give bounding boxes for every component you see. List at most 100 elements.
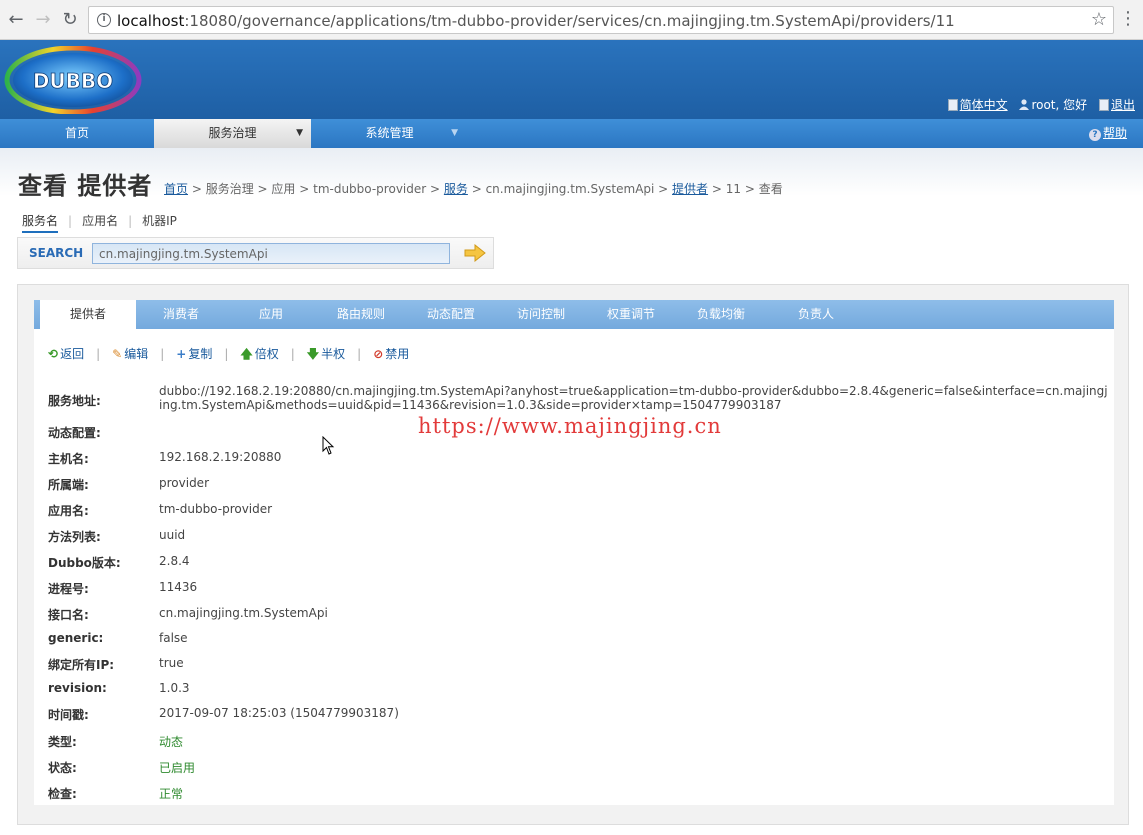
page-title: 查看 提供者 — [18, 172, 153, 200]
menu-item-governance[interactable]: 服务治理 ▼ — [154, 119, 311, 148]
back-arrow-icon[interactable]: ← — [6, 10, 26, 30]
edit-button[interactable]: ✎ 编辑 — [112, 347, 148, 361]
tab-weights[interactable]: 权重调节 — [586, 300, 676, 329]
detail-value: 1.0.3 — [159, 681, 190, 695]
breadcrumb-id: 11 — [725, 182, 742, 196]
chevron-down-icon: ▼ — [296, 128, 303, 138]
user-greeting: root, 您好 — [1031, 98, 1088, 112]
tab-consumers[interactable]: 消费者 — [136, 300, 226, 329]
header-links: 简体中文 root, 您好 退出 — [947, 96, 1135, 113]
detail-value: 2.8.4 — [159, 554, 190, 568]
breadcrumb-sep: > — [741, 182, 759, 196]
search-type-tabs: 服务名 | 应用名 | 机器IP — [22, 212, 177, 233]
action-label: 禁用 — [385, 347, 410, 361]
back-button[interactable]: ⟲ 返回 — [48, 347, 84, 361]
double-icon: 🡅 — [240, 347, 253, 361]
browser-toolbar: ← → ↻ i localhost:18080/governance/appli… — [0, 0, 1143, 40]
search-tab-app[interactable]: 应用名 — [82, 214, 118, 228]
content-panel: 提供者 消费者 应用 路由规则 动态配置 访问控制 权重调节 负载均衡 负责人 … — [17, 284, 1129, 825]
tab-providers[interactable]: 提供者 — [40, 300, 136, 329]
breadcrumb-app: tm-dubbo-provider — [313, 182, 427, 196]
dubbo-logo[interactable]: DUBBO — [4, 46, 142, 114]
menu-item-home[interactable]: 首页 — [0, 119, 154, 148]
search-tab-service[interactable]: 服务名 — [22, 214, 59, 233]
breadcrumb-sep: > — [253, 182, 272, 196]
action-bar: ⟲ 返回 | ✎ 编辑 | + 复制 | 🡅 倍权 | 🡇 半权 | ⊘ 禁用 — [48, 347, 410, 361]
forward-arrow-icon[interactable]: → — [33, 10, 53, 30]
detail-value: tm-dubbo-provider — [159, 502, 273, 516]
star-icon[interactable]: ☆ — [1091, 9, 1107, 30]
doc-icon — [947, 99, 958, 111]
search-label: SEARCH — [29, 246, 84, 260]
detail-value: 动态 — [159, 735, 184, 749]
breadcrumb-sep: > — [708, 182, 726, 196]
tab-loadbalance[interactable]: 负载均衡 — [676, 300, 766, 329]
tab-access[interactable]: 访问控制 — [496, 300, 586, 329]
menu-item-label: 服务治理 — [208, 126, 257, 140]
action-label: 编辑 — [124, 347, 149, 361]
tab-bar: 提供者 消费者 应用 路由规则 动态配置 访问控制 权重调节 负载均衡 负责人 — [34, 300, 1114, 329]
tab-label: 访问控制 — [516, 307, 565, 321]
detail-value: true — [159, 656, 184, 670]
tab-overrides[interactable]: 动态配置 — [406, 300, 496, 329]
half-icon: 🡇 — [306, 347, 320, 361]
disable-icon: ⊘ — [373, 347, 384, 361]
address-bar[interactable]: i localhost:18080/governance/application… — [88, 6, 1114, 34]
tab-routes[interactable]: 路由规则 — [316, 300, 406, 329]
menu-item-system[interactable]: 系统管理 ▼ — [311, 119, 468, 148]
breadcrumb-view: 查看 — [758, 182, 783, 196]
tab-label: 应用 — [258, 307, 283, 321]
action-label: 半权 — [321, 347, 346, 361]
breadcrumb-services[interactable]: 服务 — [444, 182, 468, 196]
breadcrumb-providers[interactable]: 提供者 — [672, 182, 708, 196]
reload-icon[interactable]: ↻ — [60, 10, 80, 30]
search-go-icon[interactable] — [464, 244, 486, 262]
url-text[interactable]: localhost:18080/governance/applications/… — [117, 12, 955, 30]
detail-label: 主机名: — [48, 452, 89, 466]
detail-value: cn.majingjing.tm.SystemApi — [159, 606, 328, 620]
menu-dots-icon[interactable]: ⋮ — [1119, 8, 1137, 30]
detail-label: 服务地址: — [48, 394, 101, 408]
detail-label: 状态: — [48, 761, 77, 775]
logo-text: DUBBO — [33, 69, 113, 93]
double-weight-button[interactable]: 🡅 倍权 — [240, 347, 278, 361]
logout-link[interactable]: 退出 — [1111, 98, 1135, 112]
disable-button[interactable]: ⊘ 禁用 — [373, 347, 409, 361]
copy-icon: + — [176, 347, 187, 361]
status-badge: 已启用 — [159, 761, 196, 775]
detail-value: uuid — [159, 528, 186, 542]
detail-value: false — [159, 631, 188, 645]
copy-button[interactable]: + 复制 — [176, 347, 212, 361]
breadcrumb-sep: > — [654, 182, 673, 196]
half-weight-button[interactable]: 🡇 半权 — [307, 347, 345, 361]
chevron-down-icon: ▼ — [451, 128, 458, 138]
detail-label: 接口名: — [48, 608, 89, 622]
detail-label: 方法列表: — [48, 530, 101, 544]
info-icon[interactable]: i — [97, 13, 111, 27]
help-label: 帮助 — [1102, 126, 1127, 140]
tab-owners[interactable]: 负责人 — [766, 300, 866, 329]
action-label: 返回 — [60, 347, 85, 361]
logout-icon — [1098, 99, 1109, 111]
detail-value: 192.168.2.19:20880 — [159, 450, 282, 464]
breadcrumb-sep: > — [426, 182, 444, 196]
menu-item-label: 首页 — [64, 126, 89, 140]
breadcrumb-sep: > — [188, 182, 206, 196]
menu-item-label: 系统管理 — [365, 126, 414, 140]
url-path: :18080/governance/applications/tm-dubbo-… — [184, 12, 955, 30]
breadcrumb-service: cn.majingjing.tm.SystemApi — [485, 182, 655, 196]
detail-label: 进程号: — [48, 582, 89, 596]
search-tab-ip[interactable]: 机器IP — [142, 214, 177, 228]
search-box: SEARCH — [17, 237, 494, 269]
breadcrumb-home[interactable]: 首页 — [164, 182, 188, 196]
detail-label: 检查: — [48, 787, 77, 801]
detail-value: 11436 — [159, 580, 198, 594]
detail-value: dubbo://192.168.2.19:20880/cn.majingjing… — [159, 384, 1108, 412]
detail-label: generic: — [48, 631, 104, 645]
help-link[interactable]: ? 帮助 — [1088, 119, 1127, 148]
tab-applications[interactable]: 应用 — [226, 300, 316, 329]
tab-label: 提供者 — [69, 307, 106, 321]
search-input[interactable] — [92, 243, 450, 264]
language-link[interactable]: 简体中文 — [960, 98, 1008, 112]
breadcrumb-apps: 应用 — [271, 182, 296, 196]
